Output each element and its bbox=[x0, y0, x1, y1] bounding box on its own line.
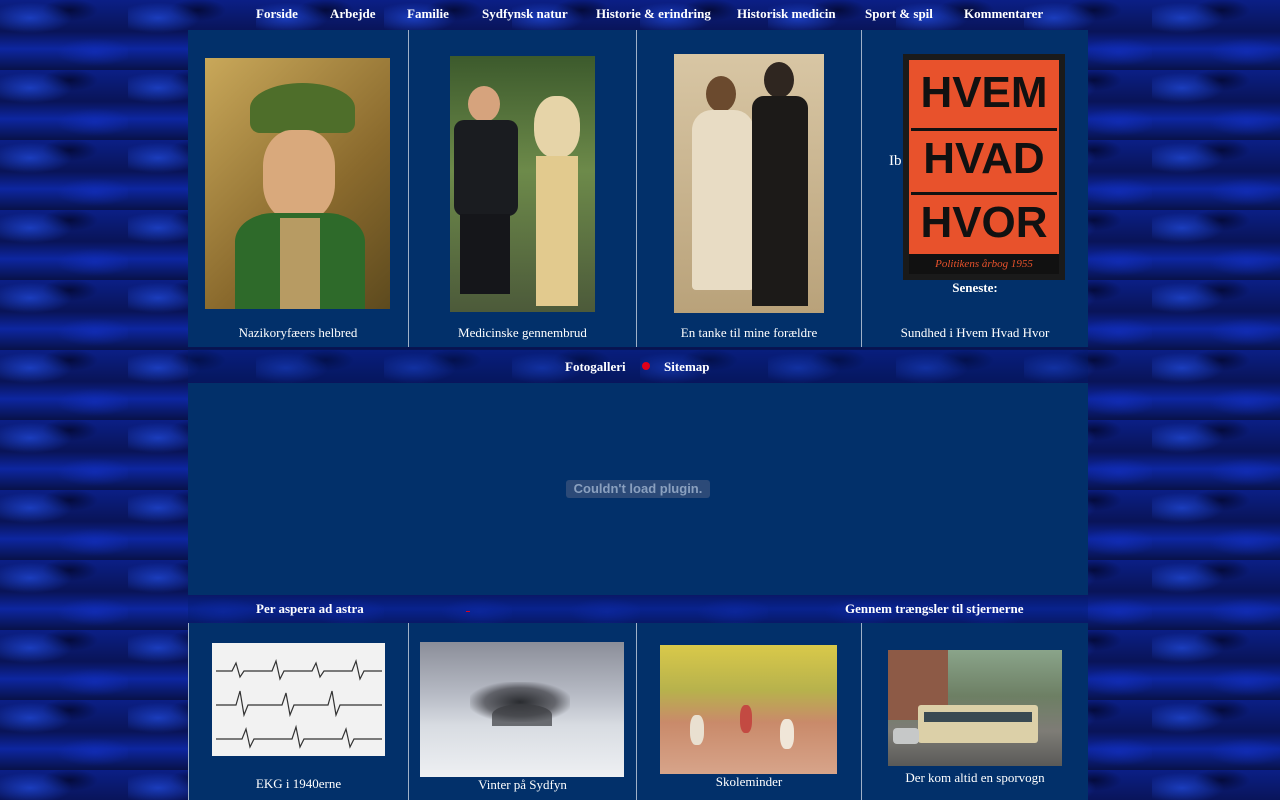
nav-familie[interactable]: Familie bbox=[407, 6, 449, 22]
card-caption[interactable]: En tanke til mine forældre bbox=[637, 325, 861, 341]
nav-kommentarer[interactable]: Kommentarer bbox=[964, 6, 1043, 22]
nav-historie-erindring[interactable]: Historie & erindring bbox=[596, 6, 711, 22]
separator-dot bbox=[642, 362, 650, 370]
top-nav: Forside Arbejde Familie Sydfynsk natur H… bbox=[0, 0, 1280, 28]
card-school[interactable]: Skoleminder bbox=[637, 623, 862, 800]
bottom-card-row: EKG i 1940erne Vinter på Sydfyn Skolemin… bbox=[188, 623, 1088, 800]
book-title-line2: HVAD bbox=[923, 134, 1045, 183]
card-caption[interactable]: Vinter på Sydfyn bbox=[409, 777, 636, 793]
nav-forside[interactable]: Forside bbox=[256, 6, 298, 22]
card-caption[interactable]: Medicinske gennembrud bbox=[409, 325, 636, 341]
card-caption[interactable]: Sundhed i Hvem Hvad Hvor bbox=[862, 325, 1088, 341]
card-ekg[interactable]: EKG i 1940erne bbox=[188, 623, 409, 800]
portrait-painting-image[interactable] bbox=[205, 58, 390, 309]
tram-image[interactable] bbox=[888, 650, 1062, 766]
book-prefix: Ib bbox=[889, 153, 902, 169]
latest-label: Seneste: bbox=[952, 280, 998, 295]
schoolyard-painting-image[interactable] bbox=[660, 645, 837, 774]
wedding-photo-image[interactable] bbox=[674, 54, 824, 313]
ekg-image[interactable] bbox=[212, 643, 385, 756]
ekg-trace-icon bbox=[216, 658, 382, 749]
motto-dash bbox=[466, 611, 470, 612]
nav-sport-spil[interactable]: Sport & spil bbox=[865, 6, 933, 22]
nav-arbejde[interactable]: Arbejde bbox=[330, 6, 376, 22]
card-medicine[interactable]: Medicinske gennembrud bbox=[409, 30, 637, 347]
motto-latin: Per aspera ad astra bbox=[256, 601, 364, 616]
motto-danish: Gennem trængsler til stjernerne bbox=[845, 601, 1024, 616]
nav-historisk-medicin[interactable]: Historisk medicin bbox=[737, 6, 836, 22]
card-caption[interactable]: Der kom altid en sporvogn bbox=[862, 770, 1088, 786]
winter-landscape-image[interactable] bbox=[420, 642, 624, 777]
card-caption[interactable]: EKG i 1940erne bbox=[189, 776, 408, 792]
links-bar bbox=[188, 349, 1088, 382]
card-caption[interactable]: Nazikoryfæers helbred bbox=[188, 325, 408, 341]
card-caption[interactable]: Skoleminder bbox=[637, 774, 861, 790]
book-cover-image[interactable]: HVEM HVAD HVOR Politikens årbog 1955 bbox=[903, 54, 1065, 280]
card-tram[interactable]: Der kom altid en sporvogn bbox=[862, 623, 1088, 800]
fotogalleri-link[interactable]: Fotogalleri bbox=[565, 359, 626, 375]
book-title-line3: HVOR bbox=[920, 198, 1048, 247]
man-with-bust-image[interactable] bbox=[450, 56, 595, 312]
card-parents[interactable]: En tanke til mine forældre bbox=[637, 30, 862, 347]
nav-sydfynsk-natur[interactable]: Sydfynsk natur bbox=[482, 6, 568, 22]
card-winter[interactable]: Vinter på Sydfyn bbox=[409, 623, 637, 800]
card-hvem-hvad-hvor[interactable]: Ib HVEM HVAD HVOR Politikens årbog 1955 … bbox=[862, 30, 1088, 347]
sitemap-link[interactable]: Sitemap bbox=[664, 359, 710, 375]
plugin-error[interactable]: Couldn't load plugin. bbox=[566, 480, 710, 498]
top-card-row: Nazikoryfæers helbred Medicinske gennemb… bbox=[188, 30, 1088, 347]
book-title-line1: HVEM bbox=[920, 68, 1048, 117]
card-nazi[interactable]: Nazikoryfæers helbred bbox=[188, 30, 409, 347]
book-subtitle: Politikens årbog 1955 bbox=[909, 254, 1059, 274]
